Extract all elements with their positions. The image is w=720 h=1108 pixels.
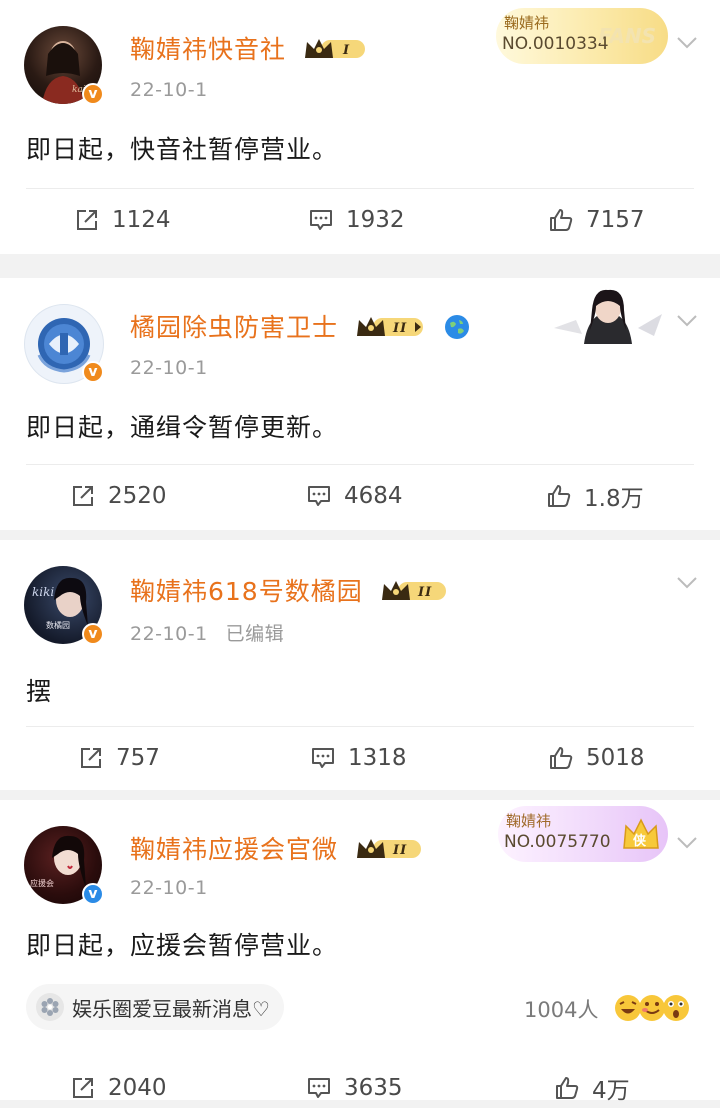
post-4: 应援会 v 鞠婧祎应援会官微 II 22-10-1 鞠婧祎 NO.0075770… (0, 800, 720, 1104)
reaction-emojis-icon (615, 995, 689, 1021)
post-1: kai v 鞠婧祎快音社 I 22-10-1 鞠婧祎 NO.0010334 FA… (0, 0, 720, 254)
fan-card-word: FANS (598, 24, 656, 48)
vip-crown-badge-icon: II (381, 581, 446, 600)
repost-button[interactable]: 2520 (70, 476, 167, 516)
thumbs-up-icon (556, 1077, 579, 1099)
post-date: 22-10-1 (130, 877, 208, 899)
author-name[interactable]: 橘园除虫防害卫士 II (130, 308, 470, 344)
verified-badge-icon: v (82, 83, 104, 105)
repost-button[interactable]: 757 (78, 738, 160, 778)
action-bar: 757 1318 5018 (0, 738, 720, 778)
fan-card-name: 鞠婧祎 (504, 14, 550, 32)
thumbs-up-icon (550, 747, 573, 769)
repost-icon (73, 1078, 93, 1098)
post-content: 摆 (26, 677, 53, 706)
action-bar: 2520 4684 1.8万 (0, 476, 720, 516)
vip-crown-badge-icon: II (356, 839, 421, 858)
comment-icon (308, 1078, 330, 1098)
svg-text:kiki: kiki (32, 585, 54, 599)
verified-badge-icon: v (82, 883, 104, 905)
action-bar: 2040 3635 4万 (0, 1068, 720, 1108)
fan-card-name: 鞠婧祎 (506, 812, 552, 830)
author-name[interactable]: 鞠婧祎618号数橘园 II (130, 572, 450, 608)
divider (26, 464, 694, 465)
verified-badge-icon: v (82, 361, 104, 383)
like-button[interactable]: 4万 (554, 1068, 630, 1108)
chevron-down-icon[interactable] (676, 836, 698, 850)
repost-icon (81, 748, 101, 768)
like-button[interactable]: 1.8万 (546, 476, 644, 516)
comment-icon (308, 486, 330, 506)
post-date: 22-10-1 (130, 79, 208, 101)
svg-text:II: II (392, 843, 407, 858)
repost-icon (77, 210, 97, 230)
comment-icon (310, 210, 332, 230)
thumbs-up-icon (548, 485, 571, 507)
post-content: 即日起，通缉令暂停更新。 (26, 413, 339, 442)
verified-badge-icon: v (82, 623, 104, 645)
edited-label: 已编辑 (225, 623, 285, 645)
svg-text:数橘园: 数橘园 (46, 620, 70, 630)
author-name[interactable]: 鞠婧祎应援会官微 II (130, 830, 425, 866)
chevron-down-icon[interactable] (676, 314, 698, 328)
vip-crown-badge-icon: I (304, 39, 365, 58)
post-date: 22-10-1 已编辑 (130, 623, 285, 645)
post-content: 即日起，应援会暂停营业。 (26, 931, 339, 960)
topic-chip[interactable]: 娱乐圈爱豆最新消息♡ (26, 984, 284, 1030)
repost-button[interactable]: 1124 (74, 200, 171, 240)
post-date: 22-10-1 (130, 357, 208, 379)
repost-button[interactable]: 2040 (70, 1068, 167, 1108)
comment-button[interactable]: 1318 (310, 738, 407, 778)
fan-card[interactable]: 鞠婧祎 NO.0075770 侠 (498, 806, 668, 862)
comment-icon (312, 748, 334, 768)
portrait-decoration-icon (554, 289, 662, 344)
fan-crown-icon: 侠 (623, 818, 659, 849)
chevron-down-icon[interactable] (676, 576, 698, 590)
post-3: kiki 数橘园 v 鞠婧祎618号数橘园 II 22-10-1 已编辑 摆 75… (0, 540, 720, 790)
repost-icon (73, 486, 93, 506)
action-bar: 1124 1932 7157 (0, 200, 720, 240)
comment-button[interactable]: 1932 (308, 200, 405, 240)
globe-badge-icon (444, 315, 469, 339)
comment-button[interactable]: 4684 (306, 476, 403, 516)
participant-count: 1004人 (524, 998, 599, 1022)
svg-text:侠: 侠 (633, 833, 647, 849)
chevron-down-icon[interactable] (676, 36, 698, 50)
fan-card[interactable]: 鞠婧祎 NO.0010334 FANS (496, 8, 668, 64)
svg-text:II: II (417, 585, 432, 600)
thumbs-up-icon (550, 209, 573, 231)
svg-text:应援会: 应援会 (30, 878, 54, 888)
divider (26, 726, 694, 727)
topic-label: 娱乐圈爱豆最新消息♡ (72, 996, 270, 1021)
svg-text:II: II (392, 321, 407, 336)
snowflake-icon (36, 993, 64, 1021)
divider (26, 188, 694, 189)
fan-card-number: NO.0075770 (504, 832, 611, 852)
like-button[interactable]: 5018 (548, 738, 645, 778)
comment-button[interactable]: 3635 (306, 1068, 403, 1108)
author-name[interactable]: 鞠婧祎快音社 I (130, 30, 369, 66)
svg-text:I: I (342, 43, 350, 58)
vip-crown-badge-icon: II (356, 317, 423, 336)
post-content: 即日起，快音社暂停营业。 (26, 135, 339, 164)
fan-card-number: NO.0010334 (502, 34, 609, 54)
post-2: v 橘园除虫防害卫士 II 22-10-1 即日起，通缉令暂停更新。 2520 (0, 278, 720, 530)
like-button[interactable]: 7157 (548, 200, 645, 240)
